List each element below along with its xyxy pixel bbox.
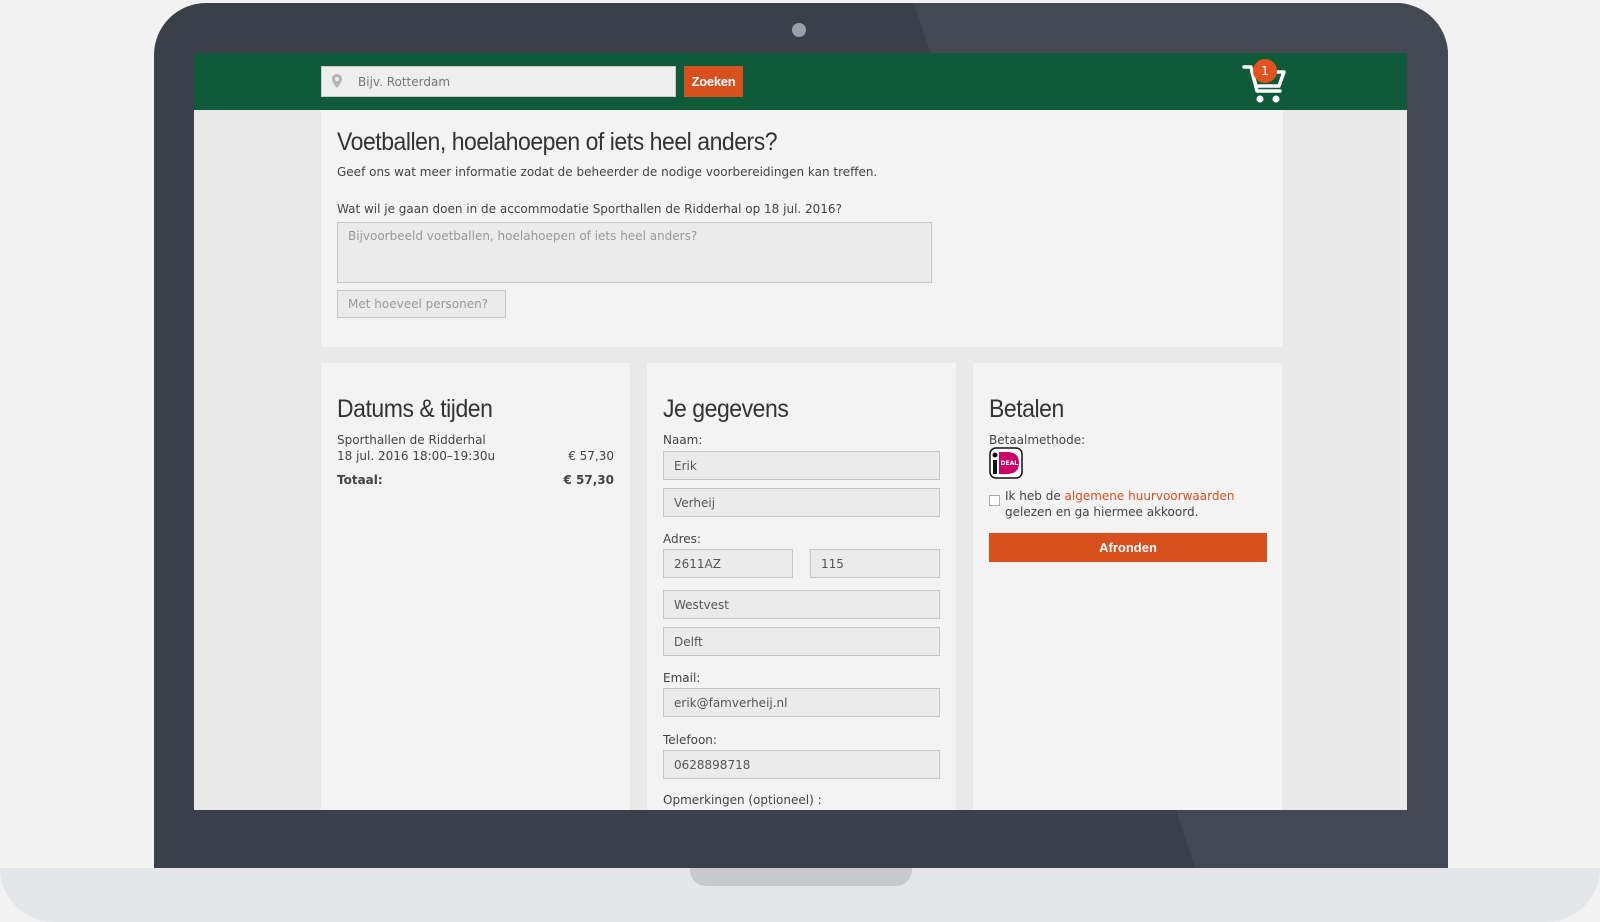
name-label: Naam: <box>663 433 703 447</box>
phone-label: Telefoon: <box>663 733 717 747</box>
slot-price: € 57,30 <box>568 449 614 463</box>
top-bar: Zoeken 1 <box>194 53 1407 110</box>
payment-card: Betalen Betaalmethode: DEAL Ik heb de al… <box>973 363 1282 810</box>
postcode-field[interactable] <box>663 549 793 578</box>
camera <box>792 23 806 37</box>
terms-text: Ik heb de algemene huurvoorwaarden gelez… <box>1005 488 1275 520</box>
phone-field[interactable] <box>663 750 940 779</box>
email-field[interactable] <box>663 688 940 717</box>
address-label: Adres: <box>663 532 701 546</box>
ideal-icon[interactable]: DEAL <box>989 447 1023 479</box>
city-field[interactable] <box>663 627 940 656</box>
terms-text-post: gelezen en ga hiermee akkoord. <box>1005 505 1199 519</box>
activity-question: Wat wil je gaan doen in de accommodatie … <box>337 202 842 216</box>
location-pin-icon <box>332 74 342 88</box>
details-title: Je gegevens <box>663 395 789 423</box>
remarks-label: Opmerkingen (optioneel) : <box>663 793 822 807</box>
venue-name: Sporthallen de Ridderhal <box>337 433 486 447</box>
last-name-field[interactable] <box>663 488 940 517</box>
activity-subtitle: Geef ons wat meer informatie zodat de be… <box>337 165 878 179</box>
search-box[interactable] <box>321 66 676 97</box>
search-button[interactable]: Zoeken <box>684 66 743 97</box>
screen: Zoeken 1 Voetballen, hoelahoepen of iets… <box>194 53 1407 810</box>
activity-title: Voetballen, hoelahoepen of iets heel and… <box>337 128 778 156</box>
first-name-field[interactable] <box>663 451 940 480</box>
street-field[interactable] <box>663 590 940 619</box>
payment-title: Betalen <box>989 395 1064 423</box>
total-price: € 57,30 <box>563 473 614 487</box>
terms-checkbox[interactable] <box>989 495 1000 506</box>
svg-text:DEAL: DEAL <box>1001 460 1019 467</box>
payment-method-label: Betaalmethode: <box>989 433 1086 447</box>
laptop-notch <box>690 868 912 886</box>
time-slot: 18 jul. 2016 18:00–19:30u <box>337 449 496 463</box>
terms-text-pre: Ik heb de <box>1005 489 1065 503</box>
details-card: Je gegevens Naam: Adres: Email: Telefoon… <box>647 363 956 810</box>
house-number-field[interactable] <box>810 549 940 578</box>
cart-count-badge: 1 <box>1253 59 1277 83</box>
search-input[interactable] <box>358 67 658 96</box>
total-label: Totaal: <box>337 473 383 487</box>
persons-input[interactable] <box>337 290 506 318</box>
activity-card: Voetballen, hoelahoepen of iets heel and… <box>321 110 1283 347</box>
activity-textarea[interactable] <box>337 222 932 283</box>
finish-button[interactable]: Afronden <box>989 533 1267 562</box>
dates-title: Datums & tijden <box>337 395 493 423</box>
terms-link[interactable]: algemene huurvoorwaarden <box>1065 489 1235 503</box>
email-label: Email: <box>663 671 701 685</box>
dates-card: Datums & tijden Sporthallen de Ridderhal… <box>321 363 630 810</box>
main-content: Voetballen, hoelahoepen of iets heel and… <box>321 110 1283 810</box>
